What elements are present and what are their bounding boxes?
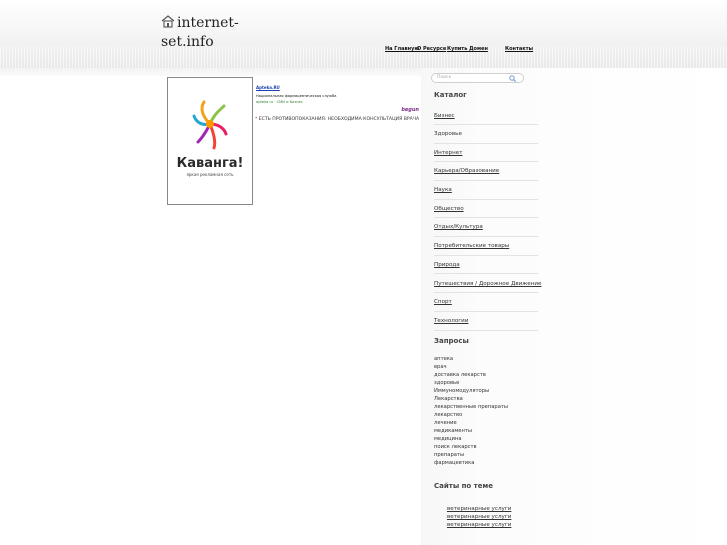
header [0, 0, 727, 68]
query-item[interactable]: Иммуномодуляторы [434, 387, 489, 395]
query-item[interactable]: лекарство [434, 411, 462, 419]
kavanga-logo-icon [192, 100, 228, 150]
query-item[interactable]: медицина [434, 435, 462, 443]
search-icon[interactable] [509, 75, 516, 82]
divider [434, 124, 538, 125]
divider [434, 292, 538, 293]
catalog-item-travel[interactable]: Путешествия / Дорожное Движение [434, 281, 541, 287]
query-item[interactable]: лечение [434, 419, 457, 427]
divider [434, 236, 538, 237]
query-item[interactable]: препараты [434, 451, 464, 459]
catalog-item-nature[interactable]: Природа [434, 262, 460, 268]
medical-warning: * ЕСТЬ ПРОТИВОПОКАЗАНИЯ. НЕОБХОДИМА КОНС… [255, 117, 419, 122]
divider [434, 143, 538, 144]
query-item[interactable]: врач [434, 363, 447, 371]
nav-contacts-link[interactable]: Контакты [505, 46, 533, 52]
catalog-item-business[interactable]: Бизнес [434, 113, 455, 119]
divider [434, 180, 538, 181]
site-logo[interactable]: internet- set.info [161, 14, 239, 52]
catalog-heading: Каталог [434, 91, 467, 99]
home-icon [161, 15, 175, 28]
site-title-line1: internet- [177, 15, 239, 31]
related-site-link[interactable]: ветеринарные услуги [447, 522, 511, 528]
catalog-item-internet[interactable]: Интернет [434, 150, 462, 156]
divider [434, 161, 538, 162]
catalog-item-health: Здоровье [434, 131, 462, 137]
divider [434, 255, 538, 256]
divider [434, 273, 538, 274]
ad-description: Национальная фармацевтическая служба [256, 94, 337, 98]
ad-title-link[interactable]: Apteka.RU [256, 85, 280, 90]
catalog-item-science[interactable]: Наука [434, 187, 452, 193]
query-item[interactable]: лекарственные препараты [434, 403, 508, 411]
banner-tagline: яркая рекламная сеть [186, 172, 234, 177]
query-item[interactable]: доставка лекарств [434, 371, 486, 379]
related-sites-heading: Сайты по теме [434, 482, 493, 490]
catalog-item-career-education[interactable]: Карьера/Образование [434, 168, 499, 174]
query-item[interactable]: фармацевтика [434, 459, 474, 467]
divider [434, 217, 538, 218]
right-sidebar [421, 68, 727, 545]
catalog-item-leisure-culture[interactable]: Отдых/Культура [434, 224, 483, 230]
catalog-item-sport[interactable]: Спорт [434, 299, 452, 305]
query-item[interactable]: медикаменты [434, 427, 472, 435]
related-site-link[interactable]: ветеринарные услуги [447, 506, 511, 512]
site-title-line2: set.info [161, 34, 214, 50]
queries-heading: Запросы [434, 337, 469, 345]
text-ad[interactable]: Apteka.RU Национальная фармацевтическая … [254, 83, 421, 129]
nav-buy-domain-link[interactable]: Купить Домен [447, 46, 488, 52]
catalog-item-society[interactable]: Общество [434, 206, 464, 212]
banner-brand: Каванга! [176, 156, 244, 171]
divider [434, 330, 538, 331]
divider [434, 311, 538, 312]
query-item[interactable]: Лекарства [434, 395, 463, 403]
nav-about-link[interactable]: О Ресурсе [417, 46, 446, 52]
kavanga-banner[interactable]: Каванга! яркая рекламная сеть [167, 77, 253, 205]
divider [434, 199, 538, 200]
ad-url[interactable]: apteka.ru · СМИ и Бизнес [256, 100, 303, 104]
query-item[interactable]: аптека [434, 355, 453, 363]
nav-home-link[interactable]: На Главную [385, 46, 419, 52]
query-item[interactable]: поиск лекарств [434, 443, 477, 451]
catalog-item-consumer-goods[interactable]: Потребительские товары [434, 243, 509, 249]
ad-network-logo[interactable]: begun [401, 107, 419, 113]
catalog-item-technology[interactable]: Технологии [434, 318, 468, 324]
query-item[interactable]: здоровье [434, 379, 459, 387]
search-input[interactable]: Поиск [437, 75, 451, 80]
search-field[interactable]: Поиск [431, 73, 524, 83]
medical-warning-text: ЕСТЬ ПРОТИВОПОКАЗАНИЯ. НЕОБХОДИМА КОНСУЛ… [258, 117, 420, 122]
related-site-link[interactable]: ветеринарные услуги [447, 514, 511, 520]
